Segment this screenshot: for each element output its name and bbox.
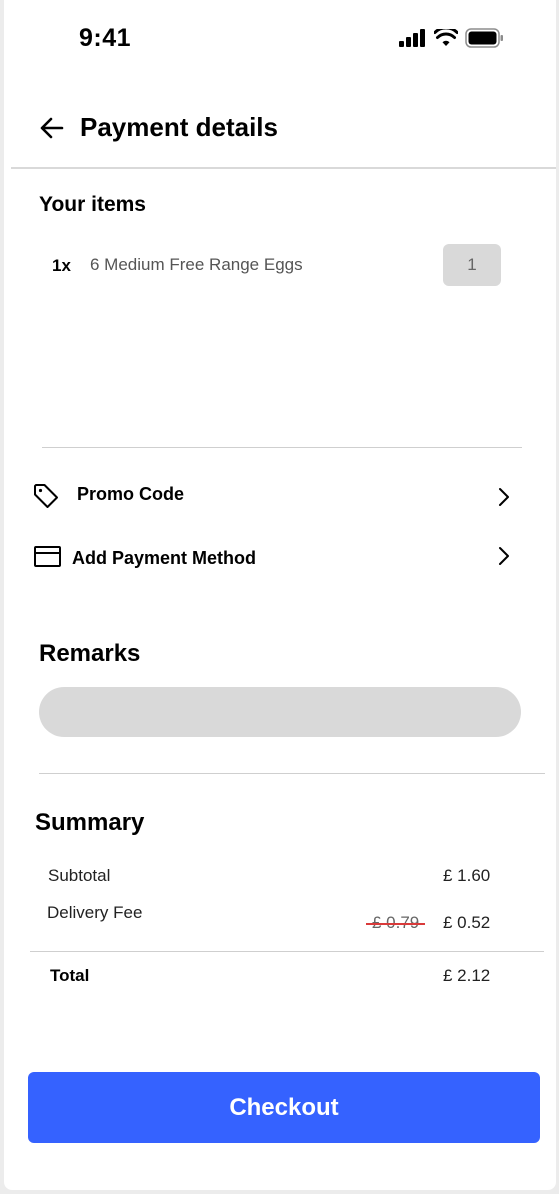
payment-screen: 9:41 Payment details Your items 1x 6 Med… (4, 0, 556, 1190)
delivery-fee-label: Delivery Fee (47, 903, 143, 922)
item-qty-prefix: 1x (52, 256, 71, 275)
summary-heading: Summary (35, 809, 145, 836)
item-name: 6 Medium Free Range Eggs (90, 255, 303, 274)
tag-icon (34, 484, 58, 508)
status-time: 9:41 (79, 24, 132, 52)
add-payment-method-row[interactable]: Add Payment Method (72, 548, 256, 569)
wifi-icon (434, 29, 458, 46)
back-arrow-icon[interactable] (38, 114, 66, 142)
remarks-input[interactable] (39, 687, 521, 737)
subtotal-value: £ 1.60 (443, 866, 491, 885)
promo-code-row[interactable]: Promo Code (77, 484, 184, 505)
remarks-divider (39, 773, 545, 774)
chevron-right-icon[interactable] (496, 545, 512, 567)
total-divider (30, 951, 544, 952)
card-icon (34, 546, 61, 567)
chevron-right-icon[interactable] (496, 486, 512, 508)
checkout-button[interactable]: Checkout (28, 1072, 540, 1143)
your-items-heading: Your items (39, 193, 146, 216)
item-quantity-box[interactable]: 1 (443, 244, 501, 286)
items-divider (42, 447, 522, 448)
header-divider (11, 167, 556, 169)
total-label: Total (50, 966, 90, 985)
subtotal-label: Subtotal (48, 866, 111, 885)
remarks-heading: Remarks (39, 640, 141, 667)
battery-icon (465, 28, 503, 48)
page-title: Payment details (80, 112, 278, 142)
status-icons (398, 28, 505, 48)
delivery-fee-value: £ 0.52 (443, 913, 491, 932)
signal-icon (399, 29, 425, 47)
delivery-fee-original: £ 0.79 (365, 913, 426, 932)
total-value: £ 2.12 (443, 966, 491, 985)
